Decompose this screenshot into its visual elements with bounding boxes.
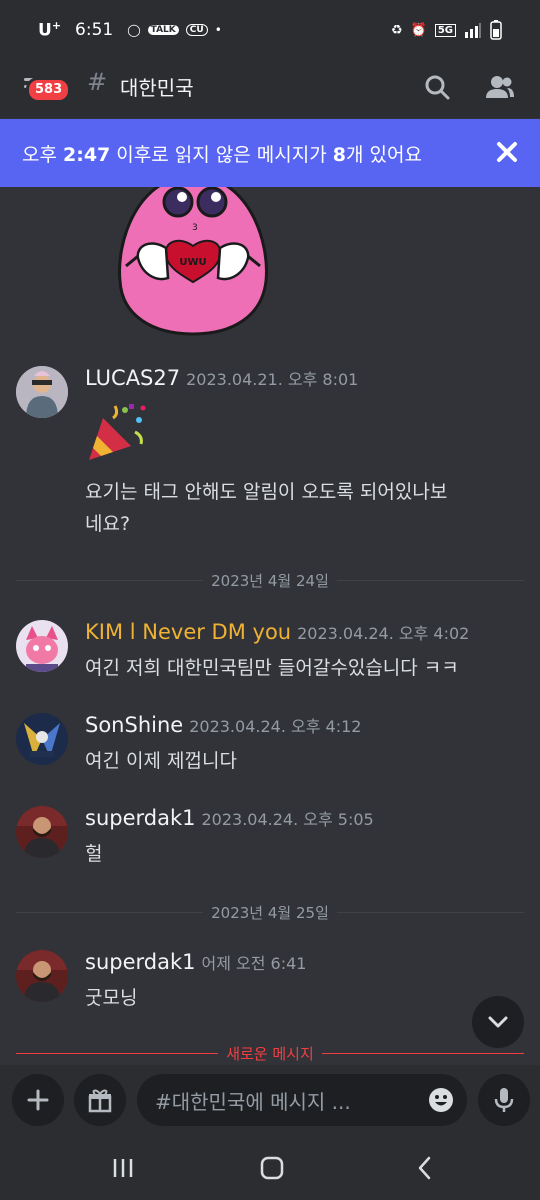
unread-messages-banner[interactable]: 오후 2:47 이후로 읽지 않은 메시지가 8개 있어요 [0,119,540,187]
avatar[interactable] [16,366,68,418]
carrier-label: U+ [38,19,62,41]
avatar[interactable] [16,806,68,858]
egg-sticker[interactable]: 3 UWU [108,174,278,336]
date-divider: 2023년 4월 24일 [16,570,524,590]
system-navigation-bar [0,1135,540,1200]
home-icon [260,1156,284,1180]
circle-icon: ◯ [127,23,141,37]
unread-badge: 583 [26,77,72,103]
date-divider: 2023년 4월 25일 [16,902,524,922]
message-header: SonShine 2023.04.24. 오후 4:12 [85,713,361,737]
message-item[interactable]: SonShine 2023.04.24. 오후 4:12 여긴 이제 제껍니다 [0,713,540,783]
search-button[interactable] [418,68,458,108]
avatar-superdak1 [16,950,68,1002]
voice-message-button[interactable] [478,1074,530,1126]
message-item[interactable]: superdak1 2023.04.24. 오후 5:05 헐 [0,806,540,876]
members-icon [486,76,514,98]
close-icon [497,142,517,162]
username[interactable]: superdak1 [85,806,196,830]
message-header: LUCAS27 2023.04.21. 오후 8:01 [85,366,358,390]
battery-icon [490,20,502,40]
username[interactable]: LUCAS27 [85,366,180,390]
search-icon [425,75,450,100]
plus-icon [27,1089,49,1111]
timestamp: 2023.04.24. 오후 4:02 [297,624,470,643]
party-popper-icon [89,404,146,460]
message-text: 굿모닝 [85,987,138,1009]
cu-icon: CU [185,24,208,36]
avatar-superdak1 [16,806,68,858]
message-text: 여긴 이제 제껍니다 [85,750,237,772]
message-header: superdak1 어제 오전 6:41 [85,950,306,974]
svg-text:3: 3 [192,223,198,233]
avatar-lucas27 [16,366,68,418]
alarm-icon: ⏰ [410,22,427,38]
add-attachment-button[interactable] [12,1074,64,1126]
message-input[interactable]: #대한민국에 메시지 ... [137,1074,467,1126]
channel-title: 대한민국 [120,76,194,100]
avatar[interactable] [16,620,68,672]
avatar[interactable] [16,713,68,765]
clock: 6:51 [75,20,114,40]
emoji-icon [429,1088,453,1112]
username[interactable]: superdak1 [85,950,196,974]
egg-sticker-image: 3 UWU [118,174,268,336]
timestamp: 어제 오전 6:41 [201,954,307,973]
timestamp: 2023.04.24. 오후 5:05 [201,810,374,829]
network-icon: 5G [434,23,456,37]
emoji-button[interactable] [427,1086,455,1114]
avatar-sonshine [16,713,68,765]
recycle-icon: ♻ [390,22,403,38]
signal-icon [465,23,481,38]
chevron-down-icon [488,1016,508,1028]
dot-icon: • [214,23,222,37]
message-text: 요기는 태그 안해도 알림이 오도록 되어있나보 네요? [85,481,448,535]
message-item[interactable]: superdak1 어제 오전 6:41 굿모닝 [0,950,540,1020]
message-composer: #대한민국에 메시지 ... [0,1065,540,1135]
message-header: KIM l Never DM you 2023.04.24. 오후 4:02 [85,620,469,644]
message-text: 헐 [85,843,103,865]
username[interactable]: KIM l Never DM you [85,620,291,644]
jump-to-bottom-button[interactable] [472,996,524,1048]
timestamp: 2023.04.24. 오후 4:12 [189,717,362,736]
gift-button[interactable] [74,1074,126,1126]
sticker-label: UWU [179,257,206,268]
timestamp: 2023.04.21. 오후 8:01 [186,370,359,389]
status-icons: ♻ ⏰ 5G [391,20,502,40]
message-item[interactable]: LUCAS27 2023.04.21. 오후 8:01 요기는 태그 안해도 알림… [0,366,540,546]
message-text: 여긴 저희 대한민국팀만 들어갈수있습니다 ㅋㅋ [85,657,459,679]
close-banner-button[interactable] [492,137,522,167]
recent-apps-button[interactable] [108,1153,138,1183]
username[interactable]: SonShine [85,713,183,737]
home-button[interactable] [257,1153,287,1183]
talk-icon: TALK [147,25,179,35]
gift-icon [88,1089,112,1113]
new-messages-divider: 새로운 메시지 [16,1043,524,1063]
party-popper-emoji [85,400,149,464]
message-header: superdak1 2023.04.24. 오후 5:05 [85,806,374,830]
avatar-kim [16,620,68,672]
channel-header: 583 # 대한민국 [0,60,540,118]
banner-text: 오후 2:47 이후로 읽지 않은 메시지가 8개 있어요 [22,143,422,166]
message-input-placeholder: #대한민국에 메시지 ... [155,1089,351,1114]
recent-apps-icon [113,1159,133,1177]
back-icon [418,1156,431,1180]
status-bar: U+ 6:51 ◯ TALK CU • ♻ ⏰ 5G [0,0,540,60]
avatar[interactable] [16,950,68,1002]
members-button[interactable] [480,68,520,108]
back-button[interactable] [410,1153,440,1183]
microphone-icon [494,1088,514,1112]
locked-channel-icon: # [87,68,108,96]
message-item[interactable]: KIM l Never DM you 2023.04.24. 오후 4:02 여긴… [0,620,540,690]
